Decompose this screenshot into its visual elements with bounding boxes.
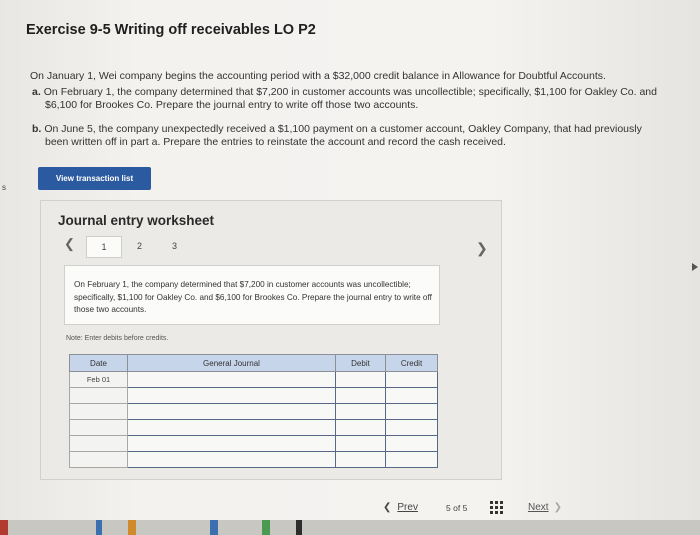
date-cell: Feb 01	[69, 371, 128, 388]
grid-icon[interactable]	[490, 501, 503, 514]
debits-note: Note: Enter debits before credits.	[66, 335, 169, 342]
debit-input[interactable]	[335, 387, 386, 404]
account-select[interactable]	[127, 435, 336, 452]
debit-column-header: Debit	[335, 354, 386, 372]
debit-input[interactable]	[335, 451, 386, 468]
prev-button[interactable]: ❮ Prev	[383, 502, 418, 513]
table-row	[69, 451, 438, 468]
taskbar-icon	[128, 520, 136, 535]
page-of: of	[453, 503, 461, 513]
debit-input[interactable]	[335, 371, 386, 388]
account-select[interactable]	[127, 403, 336, 420]
taskbar-icon	[96, 520, 102, 535]
next-button[interactable]: Next ❯	[528, 502, 562, 513]
worksheet-tab-3[interactable]: 3	[172, 241, 177, 251]
date-cell	[69, 419, 128, 436]
chevron-right-icon[interactable]: ❯	[476, 240, 488, 257]
item-b-letter: b.	[32, 123, 42, 135]
taskbar-icon	[296, 520, 302, 535]
date-cell	[69, 435, 128, 452]
credit-input[interactable]	[385, 403, 438, 420]
general-journal-table: Date General Journal Debit Credit Feb 01	[69, 354, 438, 468]
credit-input[interactable]	[385, 451, 438, 468]
page-background: Exercise 9-5 Writing off receivables LO …	[0, 0, 700, 520]
item-b-text-line2: been written off in part a. Prepare the …	[45, 136, 506, 148]
account-select[interactable]	[127, 419, 336, 436]
credit-input[interactable]	[385, 371, 438, 388]
next-label: Next	[528, 502, 549, 513]
account-select[interactable]	[127, 387, 336, 404]
taskbar-icon	[262, 520, 270, 535]
transaction-description: On February 1, the company determined th…	[74, 280, 432, 314]
account-select[interactable]	[127, 451, 336, 468]
exercise-item-a: a. On February 1, the company determined …	[32, 86, 692, 112]
taskbar-icon	[0, 520, 8, 535]
cursor-arrow-icon	[692, 263, 698, 271]
table-row	[69, 403, 438, 420]
credit-input[interactable]	[385, 419, 438, 436]
account-select[interactable]	[127, 371, 336, 388]
item-a-text-line1: On February 1, the company determined th…	[43, 86, 657, 98]
date-cell	[69, 403, 128, 420]
worksheet-title: Journal entry worksheet	[58, 213, 215, 228]
exercise-title: Exercise 9-5 Writing off receivables LO …	[26, 22, 316, 38]
table-row: Feb 01	[69, 371, 438, 388]
table-row	[69, 419, 438, 436]
debit-input[interactable]	[335, 419, 386, 436]
chevron-left-icon[interactable]: ❮	[64, 236, 75, 252]
edge-fragment: s	[2, 183, 6, 192]
debit-input[interactable]	[335, 435, 386, 452]
date-cell	[69, 451, 128, 468]
table-row	[69, 435, 438, 452]
taskbar	[0, 520, 700, 535]
worksheet-tab-1[interactable]: 1	[86, 236, 122, 258]
credit-input[interactable]	[385, 387, 438, 404]
taskbar-icon	[210, 520, 218, 535]
prev-label: Prev	[397, 502, 418, 513]
credit-column-header: Credit	[385, 354, 438, 372]
chevron-right-icon: ❯	[553, 502, 562, 513]
credit-input[interactable]	[385, 435, 438, 452]
general-journal-column-header: General Journal	[127, 354, 336, 372]
item-a-text-line2: $6,100 for Brookes Co. Prepare the journ…	[45, 99, 419, 111]
page-total: 5	[462, 503, 468, 513]
item-b-text-line1: On June 5, the company unexpectedly rece…	[44, 123, 642, 135]
date-column-header: Date	[69, 354, 128, 372]
table-row	[69, 387, 438, 404]
worksheet-tab-2[interactable]: 2	[137, 241, 142, 251]
item-a-letter: a.	[32, 86, 41, 98]
debit-input[interactable]	[335, 403, 386, 420]
view-transaction-list-button[interactable]: View transaction list	[38, 167, 151, 190]
page-current: 5	[446, 503, 451, 513]
exercise-item-b: b. On June 5, the company unexpectedly re…	[32, 123, 692, 149]
page-indicator: 5 of 5	[446, 503, 467, 513]
exercise-intro: On January 1, Wei company begins the acc…	[30, 70, 606, 82]
chevron-left-icon: ❮	[383, 502, 392, 513]
date-cell	[69, 387, 128, 404]
